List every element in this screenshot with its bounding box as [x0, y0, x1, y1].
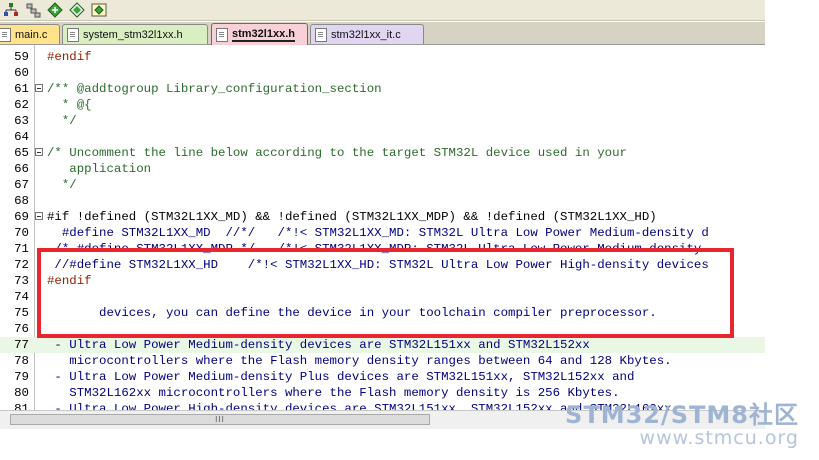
code-line: 70 #define STM32L1XX_MD //*/ /*!< STM32L…	[0, 225, 765, 241]
tab-label: main.c	[15, 28, 48, 41]
diamond-green-icon[interactable]	[46, 1, 64, 19]
highlight-box	[37, 248, 734, 338]
gem-icon[interactable]	[90, 1, 108, 19]
code-line: 59 #endif	[0, 49, 765, 65]
file-icon	[67, 27, 79, 42]
line-number: 78	[14, 354, 29, 368]
line-text: /** @addtogroup Library_configuration_se…	[47, 82, 382, 96]
line-text: STM32L162xx microcontrollers where the F…	[47, 386, 620, 400]
tab-stm32l1xx-it-c[interactable]: stm32l1xx_it.c	[310, 24, 424, 44]
fold-toggle-icon[interactable]	[35, 212, 43, 220]
line-number: 59	[14, 50, 29, 64]
toolbar	[0, 0, 767, 21]
line-text: #if !defined (STM32L1XX_MD) && !defined …	[47, 210, 657, 224]
watermark: STM32/STM8社区 www.stmcu.org	[565, 402, 799, 448]
file-icon	[0, 27, 11, 42]
line-number: 66	[14, 162, 29, 176]
code-line: 80 STM32L162xx microcontrollers where th…	[0, 385, 765, 401]
line-number: 69	[14, 210, 29, 224]
diamond-outline-icon[interactable]	[68, 1, 86, 19]
line-number: 71	[14, 242, 29, 256]
tab-system-stm32l1xx-h[interactable]: system_stm32l1xx.h	[62, 24, 208, 44]
fold-toggle-icon[interactable]	[35, 148, 43, 156]
code-line: 61 /** @addtogroup Library_configuration_…	[0, 81, 765, 97]
line-number: 70	[14, 226, 29, 240]
line-text: */	[47, 114, 77, 128]
tree-icon[interactable]	[2, 1, 20, 19]
fold-toggle-icon[interactable]	[35, 84, 43, 92]
right-panel	[765, 0, 819, 410]
file-tabs: main.c system_stm32l1xx.h stm32l1xx.h st…	[0, 22, 765, 45]
line-number: 68	[14, 194, 29, 208]
file-icon	[315, 27, 327, 42]
line-text: - Ultra Low Power Medium-density Plus de…	[47, 370, 635, 384]
hierarchy-icon[interactable]	[24, 1, 42, 19]
code-line: 78 microcontrollers where the Flash memo…	[0, 353, 765, 369]
line-number: 75	[14, 306, 29, 320]
tab-label: stm32l1xx_it.c	[331, 28, 401, 41]
line-number: 60	[14, 66, 29, 80]
watermark-url: www.stmcu.org	[639, 427, 799, 449]
file-icon	[216, 27, 228, 42]
code-line: 62 * @{	[0, 97, 765, 113]
line-text: #define STM32L1XX_MD //*/ /*!< STM32L1XX…	[47, 226, 709, 240]
line-number: 77	[14, 338, 29, 352]
code-line-current: 77 - Ultra Low Power Medium-density devi…	[0, 337, 765, 353]
line-number: 64	[14, 130, 29, 144]
line-number: 65	[14, 146, 29, 160]
line-number: 63	[14, 114, 29, 128]
line-text: * @{	[47, 98, 92, 112]
code-line: 69 #if !defined (STM32L1XX_MD) && !define…	[0, 209, 765, 225]
scrollbar-thumb[interactable]: III	[10, 414, 430, 425]
line-number: 61	[14, 82, 29, 96]
tab-stm32l1xx-h[interactable]: stm32l1xx.h	[211, 23, 308, 45]
code-line: 65 /* Uncomment the line below according …	[0, 145, 765, 161]
tab-main-c[interactable]: main.c	[0, 24, 60, 44]
watermark-title: STM32/STM8社区	[565, 401, 799, 429]
tab-label: system_stm32l1xx.h	[83, 28, 183, 41]
line-number: 62	[14, 98, 29, 112]
code-line: 60	[0, 65, 765, 81]
line-number: 67	[14, 178, 29, 192]
code-line: 64	[0, 129, 765, 145]
line-text: #endif	[47, 50, 92, 64]
line-text: application	[47, 162, 152, 176]
line-text: /* Uncomment the line below according to…	[47, 146, 627, 160]
line-number: 81	[14, 402, 29, 410]
code-line: 79 - Ultra Low Power Medium-density Plus…	[0, 369, 765, 385]
code-line: 68	[0, 193, 765, 209]
line-text: */	[47, 178, 77, 192]
line-number: 73	[14, 274, 29, 288]
code-editor[interactable]: 59 #endif 60 61 /** @addtogroup Library_co…	[0, 45, 765, 410]
scrollbar-grip: III	[215, 415, 225, 424]
code-line: 67 */	[0, 177, 765, 193]
line-number: 79	[14, 370, 29, 384]
line-number: 76	[14, 322, 29, 336]
line-number: 72	[14, 258, 29, 272]
code-line: 66 application	[0, 161, 765, 177]
tab-label: stm32l1xx.h	[232, 27, 295, 42]
line-number: 74	[14, 290, 29, 304]
code-line: 63 */	[0, 113, 765, 129]
line-text: - Ultra Low Power Medium-density devices…	[47, 338, 590, 352]
line-number: 80	[14, 386, 29, 400]
line-text: microcontrollers where the Flash memory …	[47, 354, 672, 368]
